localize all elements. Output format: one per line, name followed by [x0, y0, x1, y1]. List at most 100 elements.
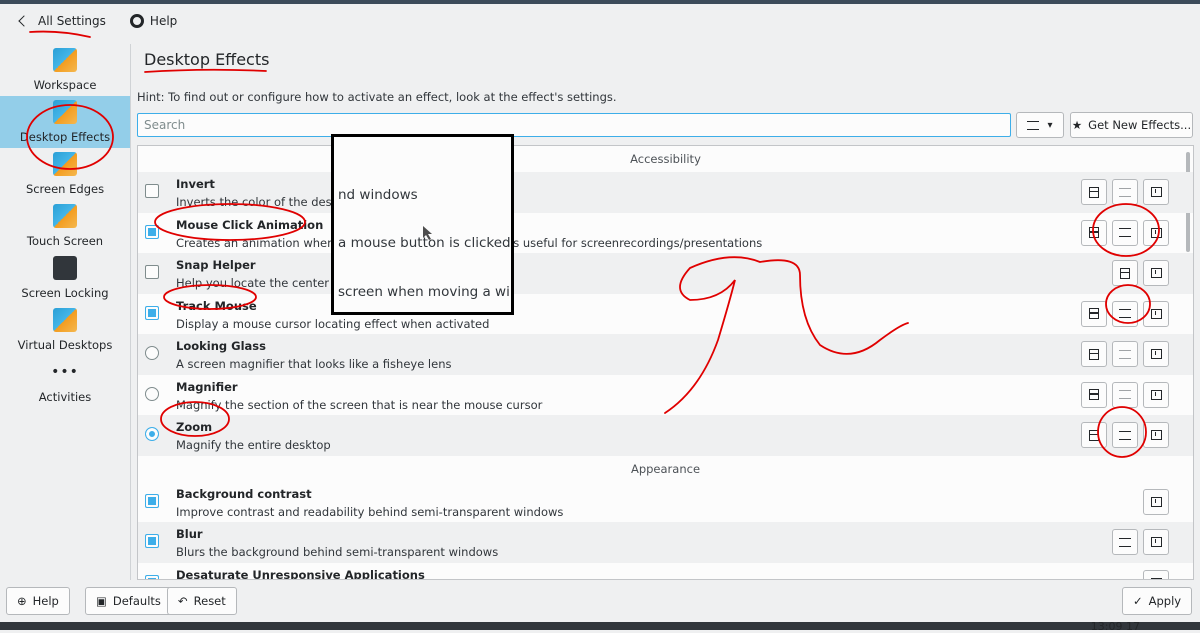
effect-checkbox[interactable] [145, 574, 159, 579]
preview-popup: nd windows a mouse button is clicked. T … [331, 134, 514, 315]
defaults-label: Defaults [112, 594, 161, 608]
footer-help-button[interactable]: ⊕ Help [6, 587, 70, 615]
effect-name: Desaturate Unresponsive Applications [176, 567, 425, 580]
configure-icon [1119, 430, 1131, 440]
about-icon [1150, 268, 1162, 278]
effect-checkbox[interactable] [145, 224, 159, 239]
about-button[interactable] [1143, 422, 1169, 448]
screen-locking-icon [53, 256, 77, 280]
about-button[interactable] [1143, 488, 1169, 515]
filter-menu-button[interactable]: ▾ [1016, 112, 1064, 138]
configure-button[interactable] [1112, 381, 1138, 408]
sidebar-item-screen-edges[interactable]: Screen Edges [0, 148, 130, 200]
list-item-invert[interactable]: Invert Inverts the color of the deskto [138, 172, 1193, 213]
get-new-effects-button[interactable]: ★ Get New Effects... [1070, 112, 1193, 138]
sidebar-item-virtual-desktops[interactable]: Virtual Desktops [0, 304, 130, 356]
about-button[interactable] [1143, 341, 1169, 367]
list-item-track-mouse[interactable]: Track Mouse Display a mouse cursor locat… [138, 294, 1193, 335]
taskbar [0, 622, 1200, 630]
help-button[interactable]: Help [122, 10, 185, 32]
reset-button[interactable]: ↶ Reset [167, 587, 237, 615]
apply-label: Apply [1148, 594, 1182, 608]
apply-button[interactable]: ✓ Apply [1122, 587, 1193, 615]
effect-description-tail: is useful for screenrecordings/presentat… [510, 235, 763, 250]
video-button[interactable] [1081, 219, 1107, 246]
help-icon [129, 14, 144, 28]
configure-button[interactable] [1112, 341, 1138, 367]
about-button[interactable] [1143, 179, 1169, 205]
video-button[interactable] [1081, 341, 1107, 367]
about-button[interactable] [1143, 260, 1169, 286]
list-item-snap-helper[interactable]: Snap Helper Help you locate the center o… [138, 253, 1193, 294]
get-new-effects-label: Get New Effects... [1088, 118, 1192, 132]
all-settings-button[interactable]: All Settings [12, 10, 114, 32]
list-item-blur[interactable]: Blur Blurs the background behind semi-tr… [138, 522, 1193, 563]
video-icon [1089, 348, 1099, 360]
list-item-mouse-click-animation[interactable]: Mouse Click Animation Creates an animati… [138, 213, 1193, 254]
effect-checkbox[interactable] [145, 265, 159, 279]
configure-icon [1119, 390, 1131, 399]
list-item-looking-glass[interactable]: Looking Glass A screen magnifier that lo… [138, 334, 1193, 375]
configure-button[interactable] [1112, 219, 1138, 246]
section-header-appearance: Appearance [630, 461, 701, 476]
chevron-left-icon [18, 15, 30, 27]
list-item-magnifier[interactable]: Magnifier Magnify the section of the scr… [138, 375, 1193, 416]
about-button[interactable] [1143, 219, 1169, 246]
sidebar-item-desktop-effects[interactable]: Desktop Effects [0, 96, 130, 148]
sidebar-item-workspace[interactable]: Workspace [0, 44, 130, 96]
configure-button[interactable] [1112, 300, 1138, 327]
configure-icon [1119, 228, 1131, 237]
about-icon [1150, 537, 1162, 547]
defaults-button[interactable]: ▣ Defaults [85, 587, 172, 615]
sidebar-divider [130, 44, 131, 580]
about-button[interactable] [1143, 300, 1169, 327]
about-button[interactable] [1143, 381, 1169, 408]
sidebar: Workspace Desktop Effects Screen Edges T… [0, 44, 130, 580]
about-icon [1150, 430, 1162, 440]
list-item-desaturate-unresponsive[interactable]: Desaturate Unresponsive Applications [138, 563, 1193, 580]
footer-bar: ⊕ Help ▣ Defaults ↶ Reset ✓ Apply [0, 582, 1200, 622]
video-button[interactable] [1081, 300, 1107, 327]
effect-description: Magnify the entire desktop [176, 438, 331, 452]
effect-radio[interactable] [145, 346, 159, 360]
configure-button[interactable] [1112, 179, 1138, 205]
effect-description: Magnify the section of the screen that i… [176, 397, 543, 412]
video-icon [1089, 429, 1099, 441]
video-icon [1089, 186, 1099, 198]
sidebar-item-activities[interactable]: ••• Activities [0, 356, 130, 408]
effect-radio[interactable] [145, 427, 159, 441]
effect-radio[interactable] [145, 386, 159, 401]
effect-description: Display a mouse cursor locating effect w… [176, 316, 490, 331]
effect-checkbox[interactable] [145, 493, 159, 508]
section-header-accessibility: Accessibility [630, 152, 701, 166]
touch-screen-icon [53, 204, 77, 228]
sidebar-item-touch-screen[interactable]: Touch Screen [0, 200, 130, 252]
sidebar-item-label: Workspace [33, 78, 97, 92]
effect-checkbox[interactable] [145, 184, 159, 198]
configure-button[interactable] [1112, 529, 1138, 555]
help-label: Help [149, 14, 178, 28]
screen-edges-icon [53, 152, 77, 176]
about-button[interactable] [1143, 569, 1169, 579]
configure-button[interactable] [1112, 422, 1138, 448]
video-button[interactable] [1112, 260, 1138, 286]
sidebar-item-label: Activities [38, 390, 92, 404]
search-input[interactable]: Search [137, 113, 1011, 137]
video-button[interactable] [1081, 422, 1107, 448]
mouse-cursor-icon [423, 226, 432, 240]
effect-name: Mouse Click Animation [176, 217, 324, 232]
effect-name: Track Mouse [176, 298, 257, 313]
effect-checkbox[interactable] [145, 534, 159, 548]
popup-line: nd windows [338, 187, 418, 203]
about-icon [1150, 349, 1162, 359]
effect-name: Magnifier [176, 379, 238, 394]
effect-checkbox[interactable] [145, 305, 159, 320]
video-button[interactable] [1081, 381, 1107, 408]
list-item-background-contrast[interactable]: Background contrast Improve contrast and… [138, 482, 1193, 523]
popup-line: screen when moving a win [338, 284, 514, 300]
video-button[interactable] [1081, 179, 1107, 205]
sidebar-item-label: Screen Locking [21, 286, 109, 300]
about-button[interactable] [1143, 529, 1169, 555]
sidebar-item-screen-locking[interactable]: Screen Locking [0, 252, 130, 304]
list-item-zoom[interactable]: Zoom Magnify the entire desktop [138, 415, 1193, 456]
